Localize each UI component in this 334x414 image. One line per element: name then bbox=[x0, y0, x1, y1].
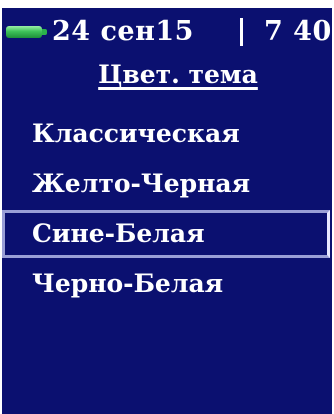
menu-item-black-white[interactable]: Черно-Белая bbox=[2, 260, 332, 308]
device-frame: 24 сен15 7 40 Цвет. тема Классическая Же… bbox=[0, 0, 334, 414]
menu-item-classic[interactable]: Классическая bbox=[2, 110, 332, 158]
status-bar: 24 сен15 7 40 bbox=[2, 8, 332, 54]
status-divider bbox=[240, 18, 243, 46]
battery-full-icon bbox=[6, 26, 42, 38]
theme-menu: Классическая Желто-Черная Сине-Белая Чер… bbox=[2, 110, 332, 310]
status-time: 7 40 bbox=[264, 16, 332, 47]
menu-item-blue-white[interactable]: Сине-Белая bbox=[2, 210, 330, 258]
menu-item-yellow-black[interactable]: Желто-Черная bbox=[2, 160, 332, 208]
lcd-screen: 24 сен15 7 40 Цвет. тема Классическая Же… bbox=[2, 8, 332, 414]
status-date: 24 сен15 bbox=[52, 16, 194, 47]
page-title: Цвет. тема bbox=[98, 60, 258, 89]
battery-tip-icon bbox=[42, 29, 47, 35]
